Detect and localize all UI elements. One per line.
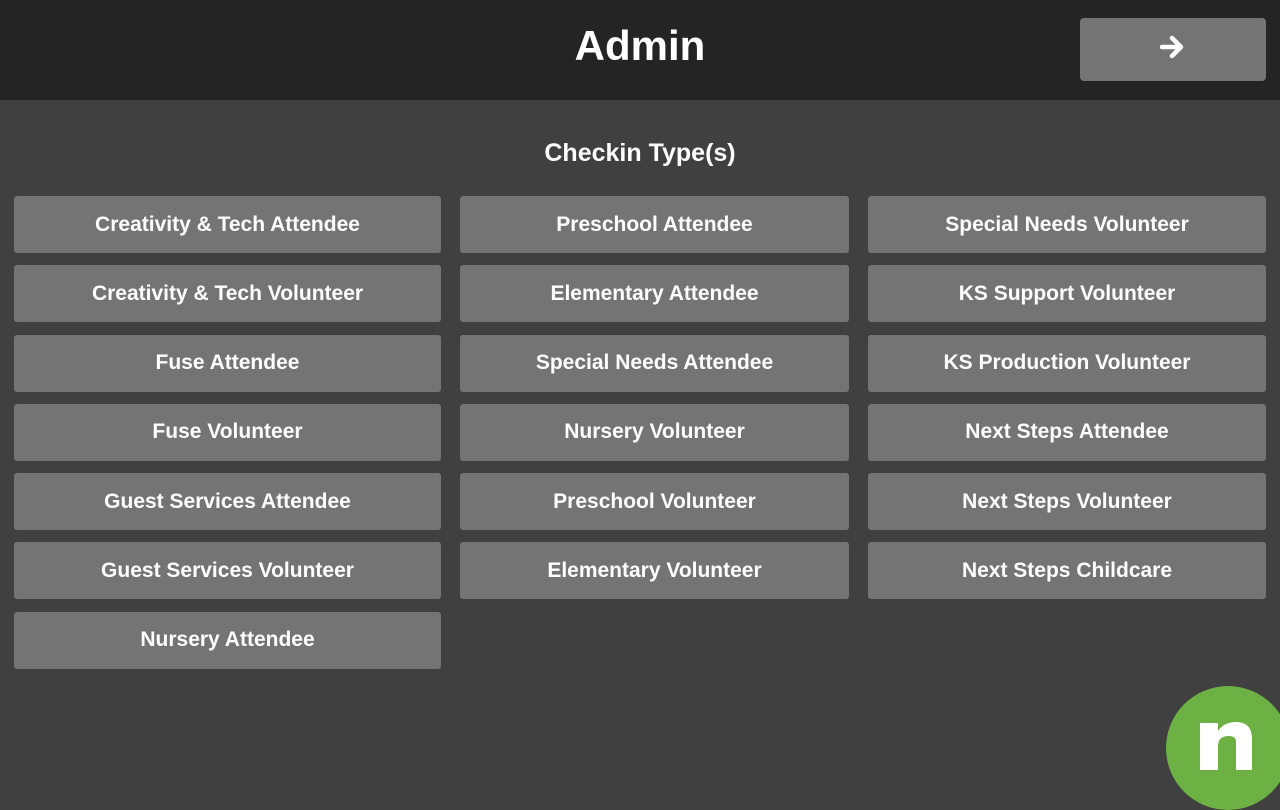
checkin-type-button[interactable]: Creativity & Tech Volunteer <box>14 265 441 323</box>
checkin-type-button[interactable]: Special Needs Volunteer <box>868 196 1266 253</box>
checkin-type-button[interactable]: Next Steps Attendee <box>868 403 1266 461</box>
checkin-type-button[interactable]: Fuse Volunteer <box>14 403 441 461</box>
checkin-type-button[interactable]: Guest Services Volunteer <box>14 542 441 600</box>
checkin-type-button[interactable]: KS Production Volunteer <box>868 334 1266 392</box>
next-button[interactable] <box>1080 18 1266 81</box>
checkin-type-button[interactable]: Special Needs Attendee <box>460 334 849 392</box>
checkin-type-button[interactable]: Next Steps Childcare <box>868 542 1266 600</box>
checkin-type-button[interactable]: Creativity & Tech Attendee <box>14 196 441 253</box>
checkin-type-column-1: Creativity & Tech Attendee Creativity & … <box>14 196 441 681</box>
checkin-type-button[interactable]: Guest Services Attendee <box>14 473 441 531</box>
arrow-right-icon <box>1159 35 1186 64</box>
checkin-type-button[interactable]: Fuse Attendee <box>14 334 441 392</box>
checkin-type-button[interactable]: Nursery Attendee <box>14 611 441 669</box>
checkin-type-column-3: Special Needs Volunteer KS Support Volun… <box>868 196 1266 612</box>
checkin-type-button[interactable]: Preschool Volunteer <box>460 473 849 531</box>
checkin-type-button[interactable]: Preschool Attendee <box>460 196 849 253</box>
header-bar: Admin <box>0 0 1280 100</box>
n-logo-icon <box>1166 686 1280 810</box>
checkin-type-button[interactable]: Elementary Attendee <box>460 265 849 323</box>
checkin-type-button[interactable]: Next Steps Volunteer <box>868 473 1266 531</box>
checkin-type-column-2: Preschool Attendee Elementary Attendee S… <box>460 196 849 612</box>
checkin-type-button[interactable]: Nursery Volunteer <box>460 403 849 461</box>
section-title: Checkin Type(s) <box>544 139 736 167</box>
checkin-type-button[interactable]: KS Support Volunteer <box>868 265 1266 323</box>
checkin-type-button[interactable]: Elementary Volunteer <box>460 542 849 600</box>
